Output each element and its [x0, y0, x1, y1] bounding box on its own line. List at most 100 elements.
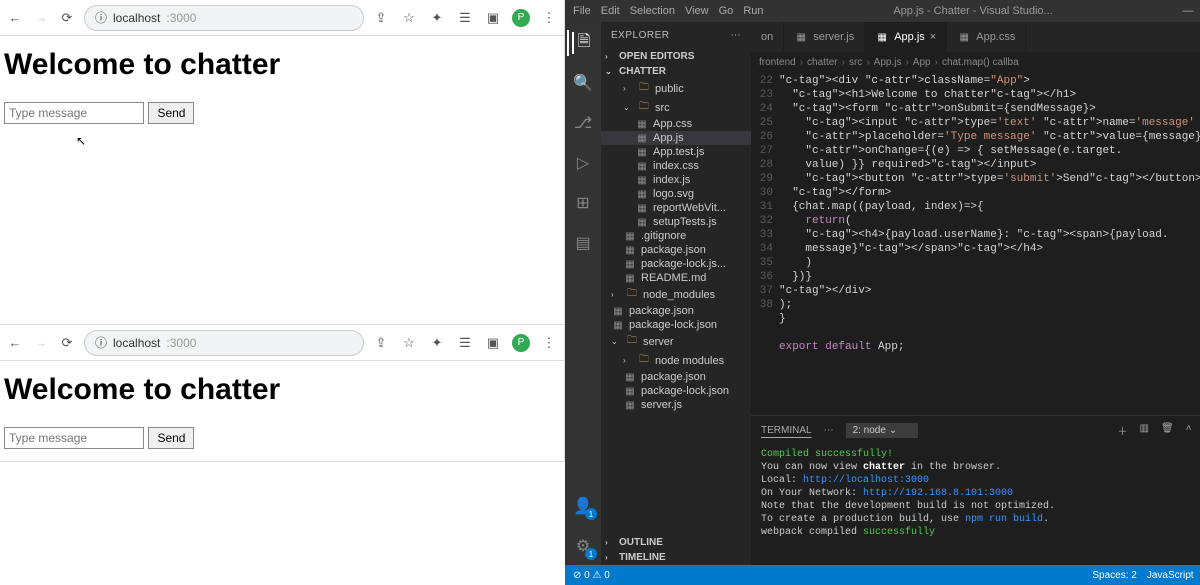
menu-run[interactable]: Run	[743, 5, 763, 17]
statusbar[interactable]: ⊘ 0 ⚠ 0 Spaces: 2 JavaScript	[565, 565, 1200, 585]
account-icon[interactable]: 👤1	[572, 495, 594, 517]
panel-icon[interactable]: ▣	[484, 334, 502, 352]
back-icon[interactable]: ←	[6, 9, 24, 27]
bookmark-icon[interactable]: ☆	[400, 9, 418, 27]
status-item[interactable]: JavaScript	[1147, 570, 1194, 581]
file-item[interactable]: ▦reportWebVit...	[601, 201, 751, 215]
menu-go[interactable]: Go	[719, 5, 734, 17]
file-item[interactable]: ▦index.js	[601, 173, 751, 187]
more-icon[interactable]: ⋯	[824, 425, 834, 436]
send-button[interactable]: Send	[148, 427, 194, 449]
panel-icon[interactable]: ▣	[484, 9, 502, 27]
extensions-icon[interactable]: ✦	[428, 9, 446, 27]
terminal-select[interactable]: 2: node ⌄	[846, 423, 919, 438]
share-icon[interactable]: ⇪	[372, 9, 390, 27]
timeline-section[interactable]: ›TIMELINE	[601, 550, 751, 565]
notification-badge: 1	[585, 508, 597, 520]
outline-section[interactable]: ›OUTLINE	[601, 535, 751, 550]
window-title: App.js - Chatter - Visual Studio...	[893, 5, 1052, 17]
close-icon[interactable]: ×	[930, 31, 936, 43]
run-debug-icon[interactable]: ▷	[572, 152, 594, 174]
url-host: localhost	[113, 11, 160, 25]
explorer-icon[interactable]: 🗎	[572, 32, 594, 54]
open-editors-section[interactable]: ›OPEN EDITORS	[601, 49, 751, 64]
forward-icon[interactable]: →	[32, 334, 50, 352]
maximize-icon[interactable]: ˄	[1186, 423, 1192, 438]
share-icon[interactable]: ⇪	[372, 334, 390, 352]
file-item[interactable]: ▦setupTests.js	[601, 215, 751, 229]
menu-file[interactable]: File	[573, 5, 591, 17]
editor-tabs: on ▦server.js ▦App.js× ▦App.css	[751, 22, 1200, 52]
tab-server[interactable]: ▦server.js	[784, 22, 865, 52]
message-input[interactable]	[4, 102, 144, 124]
terminal-panel: TERMINAL ⋯ 2: node ⌄ ＋ ▥ 🗑 ˄ Compiled su…	[751, 415, 1200, 565]
tab-app-css[interactable]: ▦App.css	[947, 22, 1026, 52]
file-item[interactable]: ▦package-lock.js...	[601, 257, 751, 271]
info-icon: ⓘ	[95, 9, 107, 26]
profile-avatar[interactable]: P	[512, 9, 530, 27]
file-item[interactable]: ▦.gitignore	[601, 229, 751, 243]
browser-window-top: ← → ⟳ ⓘ localhost :3000 ⇪ ☆ ✦ ☰ ▣ P ⋮ Wel…	[0, 0, 565, 325]
profile-avatar[interactable]: P	[512, 334, 530, 352]
breadcrumb[interactable]: frontend› chatter› src› App.js› App› cha…	[751, 52, 1200, 72]
kill-terminal-icon[interactable]: 🗑	[1161, 423, 1174, 438]
browser-window-bottom: ← → ⟳ ⓘ localhost:3000 ⇪ ☆ ✦ ☰ ▣ P ⋮ Wel…	[0, 325, 565, 462]
more-icon[interactable]: ⋯	[731, 30, 742, 41]
reload-icon[interactable]: ⟳	[58, 9, 76, 27]
url-field[interactable]: ⓘ localhost :3000	[84, 5, 364, 31]
menu-selection[interactable]: Selection	[630, 5, 675, 17]
folder-src[interactable]: ⌄🗀src	[601, 98, 751, 117]
settings-icon[interactable]: ⚙1	[572, 535, 594, 557]
source-control-icon[interactable]: ⎇	[572, 112, 594, 134]
folder-public[interactable]: ›🗀public	[601, 79, 751, 98]
file-item[interactable]: ▦package.json	[601, 243, 751, 257]
file-item[interactable]: ▦index.css	[601, 159, 751, 173]
search-icon[interactable]: 🔍	[572, 72, 594, 94]
info-icon: ⓘ	[95, 334, 107, 351]
bookmark-icon[interactable]: ☆	[400, 334, 418, 352]
open-editors-label: OPEN EDITORS	[619, 51, 694, 62]
split-terminal-icon[interactable]: ▥	[1140, 423, 1149, 438]
file-item[interactable]: ▦package.json	[601, 370, 751, 384]
message-input[interactable]	[4, 427, 144, 449]
reload-icon[interactable]: ⟳	[58, 334, 76, 352]
file-item[interactable]: ▦package-lock.json	[601, 318, 751, 332]
folder-server[interactable]: ⌄🗀server	[601, 332, 751, 351]
extensions-icon[interactable]: ⊞	[572, 192, 594, 214]
reading-list-icon[interactable]: ☰	[456, 9, 474, 27]
code-editor[interactable]: 22 23 24 25 26 27 28 29 30 31 32 33 34 3…	[751, 72, 1200, 415]
page-title: Welcome to chatter	[4, 48, 560, 82]
extensions-icon[interactable]: ✦	[428, 334, 446, 352]
send-button[interactable]: Send	[148, 102, 194, 124]
file-item[interactable]: ▦server.js	[601, 398, 751, 412]
menu-view[interactable]: View	[685, 5, 709, 17]
window-min-icon[interactable]: —	[1183, 5, 1194, 17]
forward-icon[interactable]: →	[32, 9, 50, 27]
file-item[interactable]: ▦package-lock.json	[601, 384, 751, 398]
file-item[interactable]: ▦logo.svg	[601, 187, 751, 201]
back-icon[interactable]: ←	[6, 334, 24, 352]
terminal-output[interactable]: Compiled successfully! You can now view …	[751, 444, 1200, 565]
status-item[interactable]: Spaces: 2	[1092, 570, 1136, 581]
page-content: Welcome to chatter Send	[0, 361, 564, 461]
url-port: :3000	[166, 11, 196, 25]
new-terminal-icon[interactable]: ＋	[1118, 423, 1128, 438]
address-bar: ← → ⟳ ⓘ localhost :3000 ⇪ ☆ ✦ ☰ ▣ P ⋮	[0, 0, 564, 36]
menu-icon[interactable]: ⋮	[540, 9, 558, 27]
file-item[interactable]: ▦README.md	[601, 271, 751, 285]
remote-icon[interactable]: ▤	[572, 232, 594, 254]
file-item[interactable]: ▦App.css	[601, 117, 751, 131]
folder-node-modules[interactable]: ›🗀node_modules	[601, 285, 751, 304]
folder-item[interactable]: ›🗀node modules	[601, 351, 751, 370]
file-item[interactable]: ▦package.json	[601, 304, 751, 318]
terminal-tab[interactable]: TERMINAL	[761, 425, 812, 436]
root-folder-label: CHATTER	[619, 66, 666, 77]
reading-list-icon[interactable]: ☰	[456, 334, 474, 352]
tab[interactable]: on	[751, 22, 784, 52]
root-folder[interactable]: ⌄CHATTER	[601, 64, 751, 79]
menu-icon[interactable]: ⋮	[540, 334, 558, 352]
status-item[interactable]: ⊘ 0 ⚠ 0	[573, 570, 610, 581]
menu-edit[interactable]: Edit	[601, 5, 620, 17]
tab-app-js[interactable]: ▦App.js×	[865, 22, 947, 52]
url-field[interactable]: ⓘ localhost:3000	[84, 330, 364, 356]
